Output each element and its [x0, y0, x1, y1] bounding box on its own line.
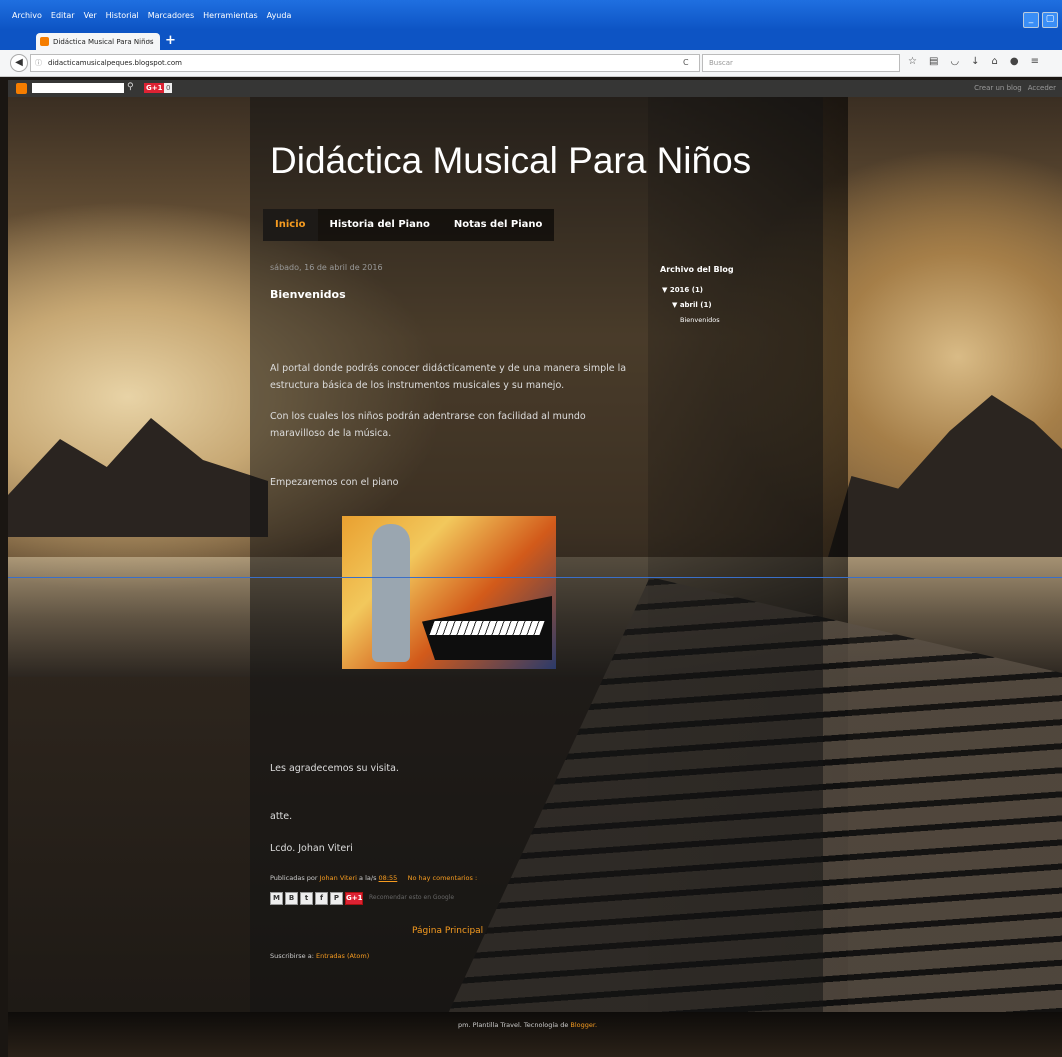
- tab-historia-del-piano[interactable]: Historia del Piano: [318, 209, 442, 241]
- menu-hamburger-icon[interactable]: ≡: [1031, 56, 1039, 67]
- home-page-link[interactable]: Página Principal: [412, 926, 483, 936]
- post-paragraph: Al portal donde podrás conocer didáctica…: [270, 363, 627, 391]
- sidebar-archive: Archivo del Blog ▼ 2016 (1) ▼ abril (1) …: [660, 265, 810, 324]
- recommend-text: Recomendar esto en Google: [369, 894, 455, 901]
- url-text: didacticamusicalpeques.blogspot.com: [48, 59, 182, 67]
- tab-close-icon[interactable]: ×: [147, 37, 154, 46]
- credits-text: pm. Plantilla Travel. Tecnología de: [458, 1021, 569, 1029]
- gplus-share-button[interactable]: G+1: [345, 892, 363, 905]
- url-bar[interactable]: ⓘ didacticamusicalpeques.blogspot.com: [30, 54, 700, 72]
- archive-heading: Archivo del Blog: [660, 265, 734, 274]
- search-icon[interactable]: ⚲: [127, 82, 134, 92]
- blog-title[interactable]: Didáctica Musical Para Niños: [270, 140, 751, 182]
- twitter-share-icon[interactable]: t: [300, 892, 313, 905]
- mountain-left: [8, 418, 268, 537]
- menu-editar[interactable]: Editar: [51, 11, 75, 20]
- at-label: a la/s: [359, 874, 377, 882]
- divider-line: [8, 577, 1062, 578]
- post-date: sábado, 16 de abril de 2016: [270, 263, 383, 272]
- navigation-bar: ◀ ⓘ didacticamusicalpeques.blogspot.com …: [0, 50, 1062, 77]
- post-paragraph: Lcdo. Johan Viteri: [270, 843, 353, 854]
- menu-marcadores[interactable]: Marcadores: [148, 11, 194, 20]
- menu-herramientas[interactable]: Herramientas: [203, 11, 258, 20]
- minimize-button[interactable]: _: [1023, 12, 1039, 28]
- menu-ver[interactable]: Ver: [84, 11, 97, 20]
- tab-inicio[interactable]: Inicio: [263, 209, 318, 241]
- bookmarks-list-icon[interactable]: ▤: [929, 56, 938, 67]
- share-buttons: M B t f P G+1 Recomendar esto en Google: [270, 892, 454, 905]
- footer-credits: pm. Plantilla Travel. Tecnología de Blog…: [458, 1021, 597, 1029]
- piano-keys-shape: [429, 621, 545, 635]
- bunny-figure: [372, 524, 410, 662]
- subscribe-line: Suscribirse a: Entradas (Atom): [270, 952, 369, 960]
- post-footer: Publicadas por Johan Viteri a la/s 08:55…: [270, 874, 477, 882]
- search-placeholder: Buscar: [709, 59, 733, 67]
- post-paragraph: atte.: [270, 811, 293, 822]
- pinterest-share-icon[interactable]: P: [330, 892, 343, 905]
- info-icon[interactable]: ⓘ: [35, 58, 42, 68]
- back-button[interactable]: ◀: [10, 54, 28, 72]
- facebook-share-icon[interactable]: f: [315, 892, 328, 905]
- gplus-button[interactable]: G+1: [144, 83, 165, 93]
- gplus-count: 0: [164, 83, 173, 93]
- page-tabs: Inicio Historia del Piano Notas del Pian…: [263, 209, 555, 241]
- menu-historial[interactable]: Historial: [106, 11, 139, 20]
- author-link[interactable]: Johan Viteri: [320, 874, 357, 882]
- blogger-link[interactable]: Blogger.: [570, 1021, 597, 1029]
- menu-items: Archivo Editar Ver Historial Marcadores …: [12, 11, 291, 20]
- blog-search-input[interactable]: [32, 83, 124, 93]
- archive-month-abril[interactable]: ▼ abril (1): [672, 301, 712, 309]
- chat-icon[interactable]: ●: [1010, 56, 1019, 67]
- toolbar-icons: ☆ ▤ ◡ ↓ ⌂ ● ≡: [908, 56, 1039, 67]
- blogger-navbar: ⚲ G+1 0 Crear un blog Acceder: [8, 80, 1062, 97]
- post-time-link[interactable]: 08:55: [379, 874, 398, 882]
- mountain-right: [828, 395, 1062, 557]
- bookmark-star-icon[interactable]: ☆: [908, 56, 917, 67]
- blogthis-share-icon[interactable]: B: [285, 892, 298, 905]
- download-icon[interactable]: ↓: [971, 56, 979, 67]
- atom-feed-link[interactable]: Entradas (Atom): [316, 952, 369, 960]
- post-paragraph: Con los cuales los niños podrán adentrar…: [270, 411, 586, 439]
- post-paragraph: Les agradecemos su visita.: [270, 763, 399, 774]
- new-tab-button[interactable]: +: [165, 33, 176, 48]
- blogger-account-links: Crear un blog Acceder: [974, 84, 1056, 92]
- menu-bar: Archivo Editar Ver Historial Marcadores …: [0, 0, 1062, 30]
- search-input[interactable]: Buscar: [702, 54, 900, 72]
- window-buttons: _ ▢: [1023, 12, 1058, 28]
- blogger-logo-icon[interactable]: [16, 83, 27, 94]
- archive-year-2016[interactable]: ▼ 2016 (1): [662, 286, 703, 294]
- post-paragraph: Empezaremos con el piano: [270, 477, 399, 488]
- blogger-favicon-icon: [40, 37, 49, 46]
- tab-notas-del-piano[interactable]: Notas del Piano: [442, 209, 555, 241]
- menu-archivo[interactable]: Archivo: [12, 11, 42, 20]
- tab-title: Didáctica Musical Para Niños: [53, 38, 154, 46]
- comments-link[interactable]: No hay comentarios :: [408, 874, 478, 882]
- home-icon[interactable]: ⌂: [992, 56, 998, 67]
- maximize-button[interactable]: ▢: [1042, 12, 1058, 28]
- bugs-bunny-piano-image[interactable]: [342, 516, 556, 669]
- email-share-icon[interactable]: M: [270, 892, 283, 905]
- post-title[interactable]: Bienvenidos: [270, 288, 346, 301]
- subscribe-label: Suscribirse a:: [270, 952, 314, 960]
- menu-ayuda[interactable]: Ayuda: [267, 11, 292, 20]
- bottom-band: [8, 1012, 1062, 1057]
- login-link[interactable]: Acceder: [1028, 84, 1056, 92]
- tab-bar: Didáctica Musical Para Niños × +: [0, 30, 1062, 50]
- reload-icon[interactable]: C: [683, 58, 689, 67]
- published-by-label: Publicadas por: [270, 874, 318, 882]
- pocket-icon[interactable]: ◡: [950, 56, 959, 67]
- archive-post-link[interactable]: Bienvenidos: [680, 316, 720, 324]
- browser-tab[interactable]: Didáctica Musical Para Niños ×: [36, 33, 160, 50]
- create-blog-link[interactable]: Crear un blog: [974, 84, 1022, 92]
